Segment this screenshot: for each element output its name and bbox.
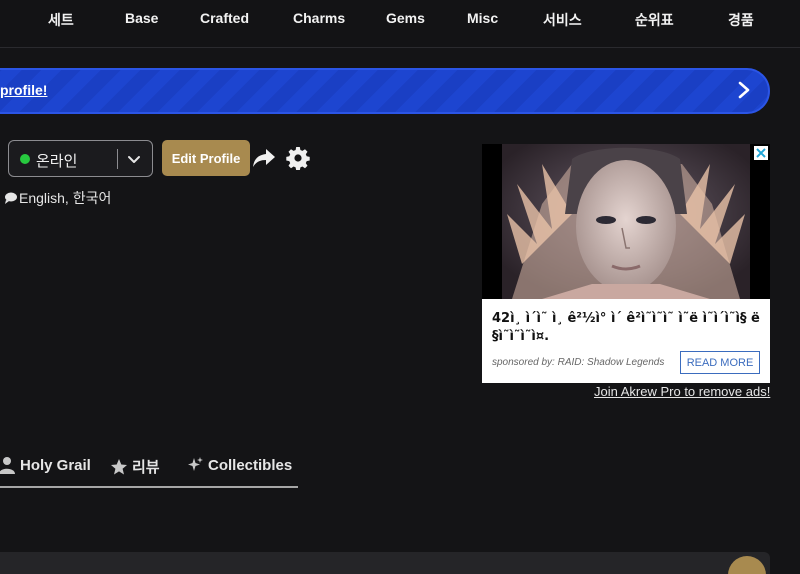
nav-item-misc[interactable]: Misc xyxy=(467,10,498,26)
sparkle-icon xyxy=(188,457,203,471)
remove-ads-link[interactable]: Join Akrew Pro to remove ads! xyxy=(594,384,770,399)
nav-item-crafted[interactable]: Crafted xyxy=(200,10,249,26)
ad-portrait-illustration xyxy=(502,144,750,299)
status-divider xyxy=(117,149,118,169)
chevron-down-icon xyxy=(128,156,140,163)
read-more-button[interactable]: READ MORE xyxy=(680,351,760,374)
tab-collectibles[interactable]: Collectibles xyxy=(186,456,292,474)
bottom-panel xyxy=(0,552,770,574)
tab-label: 리뷰 xyxy=(132,459,160,476)
gear-icon[interactable] xyxy=(286,146,310,170)
star-icon xyxy=(111,458,127,474)
online-status-dot xyxy=(20,154,30,164)
nav-item-base[interactable]: Base xyxy=(125,10,158,26)
ad-image[interactable] xyxy=(482,144,770,299)
advertisement[interactable]: 42ì¸ ì´ì˜ ì¸ ê²½ì° ì´ ê²ì˜ì˜ì˜ ì˜ë ì˜ì´ì… xyxy=(482,144,770,383)
edit-profile-button[interactable]: Edit Profile xyxy=(162,140,250,176)
languages: English, 한국어 xyxy=(4,188,111,208)
tab-label: Holy Grail xyxy=(20,456,91,474)
nav-item-charms[interactable]: Charms xyxy=(293,10,345,26)
tab-reviews[interactable]: 리뷰 xyxy=(110,456,160,477)
ad-close-icon[interactable] xyxy=(754,146,768,160)
status-label: 온라인 xyxy=(36,153,78,170)
profile-tabs: Holy Grail 리뷰 Collectibles xyxy=(0,450,298,488)
nav-item-sets[interactable]: 세트 xyxy=(48,10,74,30)
languages-text: English, 한국어 xyxy=(19,190,112,206)
person-icon xyxy=(0,457,15,474)
profile-banner[interactable]: profile! xyxy=(0,68,770,114)
tab-label: Collectibles xyxy=(208,456,293,474)
status-select[interactable]: 온라인 xyxy=(8,140,153,177)
ad-headline[interactable]: 42ì¸ ì´ì˜ ì¸ ê²½ì° ì´ ê²ì˜ì˜ì˜ ì˜ë ì˜ì´ì… xyxy=(492,310,762,346)
top-navigation: : 세트 Base Crafted Charms Gems Misc 서비스 순… xyxy=(0,0,800,48)
chat-bubble-icon xyxy=(5,192,17,204)
ad-sponsor: sponsored by: RAID: Shadow Legends xyxy=(492,357,665,368)
nav-item-partial[interactable]: : xyxy=(0,10,1,26)
chevron-right-icon xyxy=(738,81,750,99)
tab-holy-grail[interactable]: Holy Grail xyxy=(0,456,91,474)
nav-item-services[interactable]: 서비스 xyxy=(543,10,582,30)
banner-link[interactable]: profile! xyxy=(0,82,47,98)
nav-item-gems[interactable]: Gems xyxy=(386,10,425,26)
share-icon[interactable] xyxy=(252,147,276,169)
nav-item-rankings[interactable]: 순위표 xyxy=(635,10,674,30)
nav-item-giveaways[interactable]: 경품 xyxy=(728,10,754,30)
